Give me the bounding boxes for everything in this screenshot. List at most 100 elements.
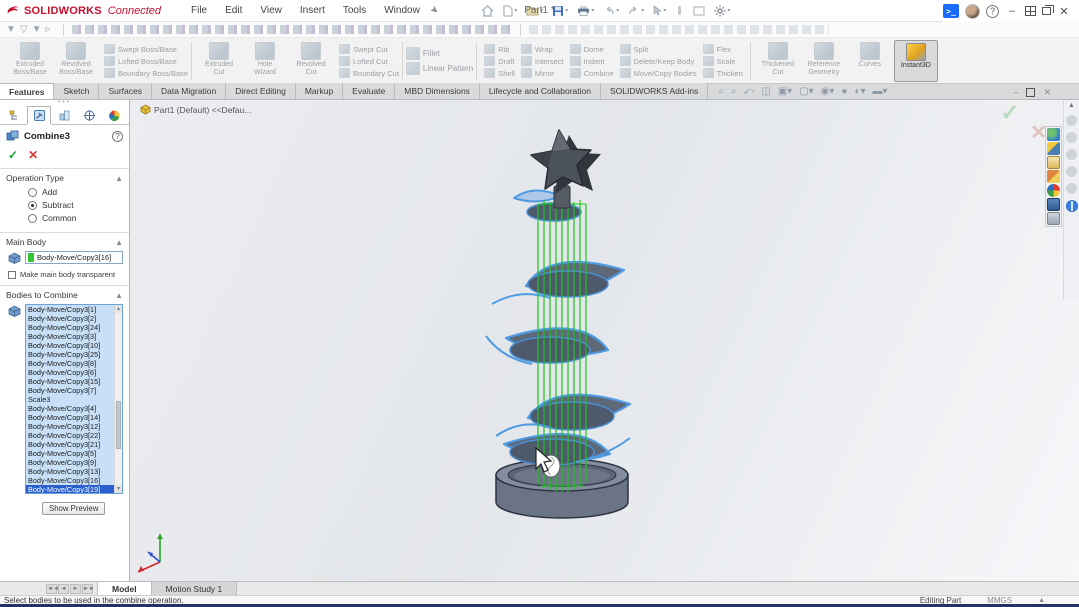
ribbon-button[interactable]: Thickened Cut <box>756 40 800 82</box>
command-tab[interactable]: Evaluate <box>343 83 395 99</box>
undo-caret-icon[interactable]: ▾ <box>616 7 619 14</box>
file-explorer-icon[interactable] <box>1047 156 1060 169</box>
body-list-item[interactable]: Body-Move/Copy3[24] <box>26 323 114 332</box>
bookmark-icon[interactable] <box>1066 149 1077 160</box>
ribbon-button[interactable]: Swept Cut <box>337 44 401 54</box>
ribbon-button[interactable]: Draft <box>482 56 517 66</box>
units-caret-icon[interactable]: ▲ <box>1038 597 1045 604</box>
ribbon-button[interactable]: Scale <box>701 56 745 66</box>
doc-close-icon[interactable]: ✕ <box>1043 87 1051 98</box>
appearances-icon[interactable] <box>1047 184 1060 197</box>
ribbon-button[interactable]: Swept Boss/Base <box>102 44 190 54</box>
ribbon-button[interactable]: Wrap <box>519 44 566 54</box>
ribbon-button[interactable]: Fillet <box>404 47 475 60</box>
ribbon-button[interactable]: Revolved Boss/Base <box>54 40 98 82</box>
body-list-item[interactable]: Body-Move/Copy3[5] <box>26 449 114 458</box>
menu-item[interactable]: View <box>252 2 290 19</box>
ribbon-button[interactable]: Shell <box>482 68 517 78</box>
section-view-icon[interactable]: ◫ <box>761 86 770 97</box>
model-tab[interactable]: Model <box>97 582 152 595</box>
body-list-item[interactable]: Body-Move/Copy3[6] <box>26 368 114 377</box>
print-caret-icon[interactable]: ▾ <box>591 7 594 14</box>
collapse-icon[interactable]: ▲ <box>115 174 123 183</box>
command-tab[interactable]: Direct Editing <box>226 83 296 99</box>
select-caret-icon[interactable]: ▾ <box>663 7 666 14</box>
share-icon[interactable] <box>1066 115 1077 126</box>
ribbon-button[interactable]: Mirror <box>519 68 566 78</box>
ribbon-button[interactable]: Linear Pattern <box>404 62 475 75</box>
ribbon-button[interactable]: Instant3D <box>894 40 938 82</box>
menu-item[interactable]: Insert <box>292 2 333 19</box>
ribbon-button[interactable]: Curves <box>848 40 892 82</box>
help-icon[interactable]: ? <box>986 5 999 18</box>
doc-minimize-icon[interactable]: – <box>1013 87 1018 97</box>
ribbon-button[interactable]: Thicken <box>701 68 745 78</box>
next-tab-icon[interactable]: ► <box>70 584 81 594</box>
print-button[interactable]: ▾ <box>574 3 597 18</box>
command-tab[interactable]: Surfaces <box>99 83 152 99</box>
collapse-icon[interactable]: ▲ <box>115 238 123 247</box>
radio-subtract[interactable]: Subtract <box>28 200 123 210</box>
forum-icon[interactable] <box>1047 212 1060 225</box>
body-list-item[interactable]: Body-Move/Copy3[21] <box>26 440 114 449</box>
tasks-icon[interactable] <box>1066 183 1077 194</box>
body-list-item[interactable]: Body-Move/Copy3[22] <box>26 431 114 440</box>
hide-show-icon[interactable]: ◉▾ <box>821 86 835 97</box>
scroll-up-icon[interactable]: ▲ <box>115 305 122 313</box>
save-cloud-icon[interactable] <box>1066 166 1077 177</box>
ok-button[interactable]: ✓ <box>8 148 18 162</box>
body-list-item[interactable]: Body-Move/Copy3[19] <box>26 485 114 494</box>
menu-item[interactable]: Edit <box>217 2 250 19</box>
radio-icon[interactable] <box>28 201 37 210</box>
3d-model[interactable] <box>130 100 1079 581</box>
redo-button[interactable]: ▾ <box>625 4 647 18</box>
feature-help-icon[interactable]: ? <box>112 131 123 142</box>
filter-icons[interactable]: ▼▽▼▹ <box>0 24 55 35</box>
bodies-listbox[interactable]: Body-Move/Copy3[1]Body-Move/Copy3[2]Body… <box>25 304 123 494</box>
ribbon-button[interactable]: Split <box>618 44 699 54</box>
transparent-checkbox-row[interactable]: Make main body transparent <box>8 270 123 279</box>
show-preview-button[interactable]: Show Preview <box>42 502 105 515</box>
toolbox-icon[interactable] <box>1047 170 1060 183</box>
ribbon-button[interactable]: Move/Copy Bodies <box>618 68 699 78</box>
ribbon-button[interactable]: Extruded Cut <box>197 40 241 82</box>
menu-item[interactable]: File <box>183 2 215 19</box>
body-list-item[interactable]: Body-Move/Copy3[8] <box>26 359 114 368</box>
filter-entity-icons[interactable] <box>72 25 512 34</box>
zoom-fit-icon[interactable]: ⌕ <box>718 86 724 97</box>
collapse-strip-icon[interactable]: ▲ <box>1068 102 1075 109</box>
options-caret-icon[interactable]: ▾ <box>727 7 730 14</box>
select-button[interactable]: ▾ <box>650 3 669 18</box>
cancel-button[interactable]: ✕ <box>28 148 38 162</box>
open-caret-icon[interactable]: ▾ <box>540 7 543 14</box>
ribbon-button[interactable]: Rib <box>482 44 517 54</box>
body-list-item[interactable]: Body-Move/Copy3[4] <box>26 404 114 413</box>
collapse-icon[interactable]: ▲ <box>115 291 123 300</box>
checkbox-icon[interactable] <box>8 271 16 279</box>
tile-windows-icon[interactable] <box>1025 6 1036 16</box>
body-list-item[interactable]: Body-Move/Copy3[14] <box>26 413 114 422</box>
list-scrollbar[interactable]: ▲ ▼ <box>114 305 122 493</box>
body-list-item[interactable]: Body-Move/Copy3[2] <box>26 314 114 323</box>
menu-item[interactable]: Tools <box>335 2 374 19</box>
ribbon-button[interactable]: Extruded Boss/Base <box>8 40 52 82</box>
radio-add[interactable]: Add <box>28 187 123 197</box>
motion-study-tab[interactable]: Motion Study 1 <box>152 582 238 595</box>
command-tab[interactable]: Lifecycle and Collaboration <box>480 83 601 99</box>
ribbon-button[interactable]: Revolved Cut <box>289 40 333 82</box>
ribbon-button[interactable]: Intersect <box>519 56 566 66</box>
body-list-item[interactable]: Body-Move/Copy3[10] <box>26 341 114 350</box>
graphics-viewport[interactable]: Part1 (Default) <<Defau... ✓ ✕ <box>130 100 1079 581</box>
command-tab[interactable]: Features <box>0 83 54 99</box>
open-document-button[interactable]: ▾ <box>523 3 546 18</box>
body-list-item[interactable]: Body-Move/Copy3[15] <box>26 377 114 386</box>
undo-button[interactable]: ▾ <box>600 4 622 18</box>
3dexperience-compass-icon[interactable] <box>1066 200 1078 212</box>
design-library-icon[interactable] <box>1047 142 1060 155</box>
ribbon-button[interactable]: Boundary Cut <box>337 68 401 78</box>
body-list-item[interactable]: Body-Move/Copy3[9] <box>26 458 114 467</box>
command-tab[interactable]: Sketch <box>54 83 99 99</box>
body-list-item[interactable]: Body-Move/Copy3[7] <box>26 386 114 395</box>
first-tab-icon[interactable]: ◄◄ <box>46 584 57 594</box>
home-button[interactable] <box>478 3 497 19</box>
